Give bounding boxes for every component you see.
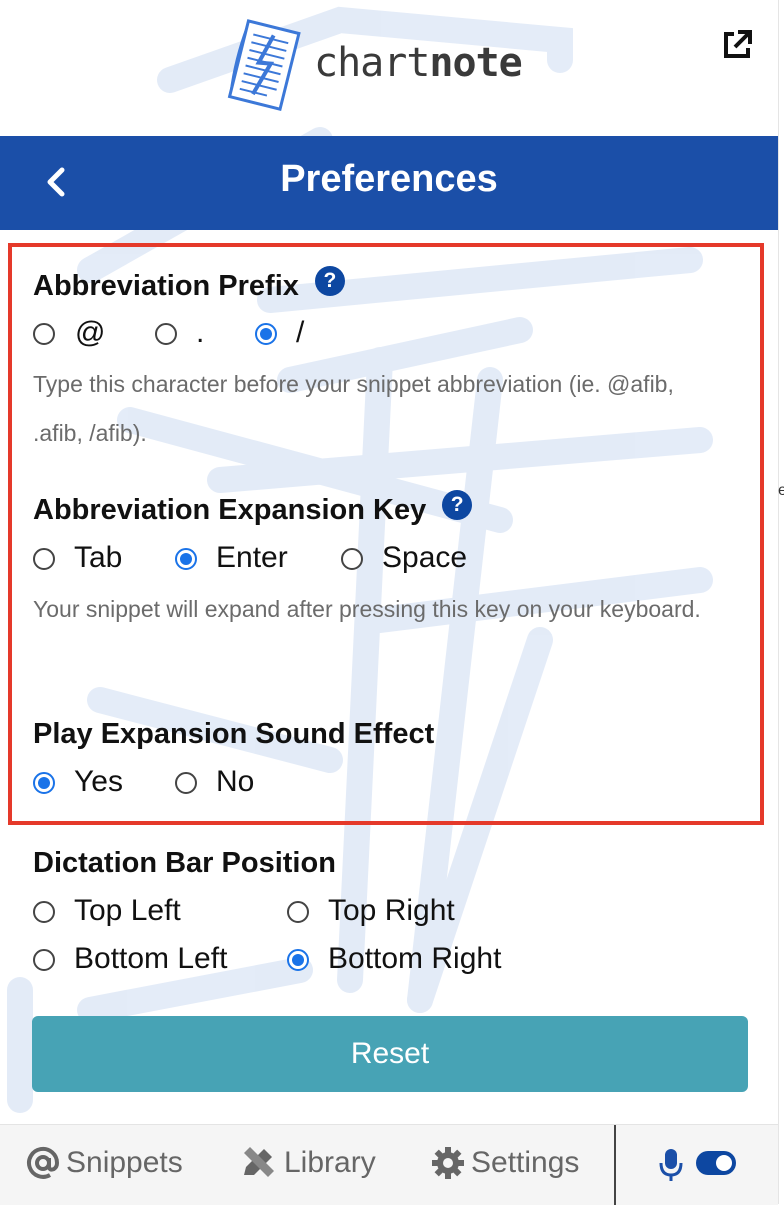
prefix-title: Abbreviation Prefix xyxy=(33,269,299,302)
key-radio-enter[interactable] xyxy=(175,548,197,570)
expansion-key-section: Abbreviation Expansion Key? xyxy=(33,490,473,528)
sound-radio-no[interactable] xyxy=(175,772,197,794)
key-radio-tab[interactable] xyxy=(33,548,55,570)
title-bar: Preferences xyxy=(0,136,778,230)
footer-divider xyxy=(614,1125,616,1205)
dictation-option-bottom-left: Bottom Left xyxy=(74,942,228,975)
key-option-tab: Tab xyxy=(74,541,123,574)
dictation-section: Dictation Bar Position xyxy=(33,845,336,881)
dictation-toggle[interactable] xyxy=(696,1151,736,1175)
tab-snippets-label: Snippets xyxy=(66,1146,183,1179)
tab-settings-label: Settings xyxy=(471,1146,580,1179)
reset-button[interactable]: Reset xyxy=(32,1016,748,1092)
prefix-radio-at[interactable] xyxy=(33,323,55,345)
window-edge xyxy=(778,0,784,1204)
popout-icon[interactable] xyxy=(720,28,754,62)
chartnote-wordmark: chartnote xyxy=(314,40,523,86)
prefix-description: Type this character before your snippet … xyxy=(33,371,674,446)
microphone-icon[interactable] xyxy=(658,1147,684,1183)
expansion-key-help-icon[interactable]: ? xyxy=(442,490,473,520)
app-header: chartnote xyxy=(0,0,778,136)
tab-library[interactable]: Library xyxy=(240,1143,376,1183)
expansion-key-title: Abbreviation Expansion Key xyxy=(33,493,427,526)
prefix-radio-slash[interactable] xyxy=(255,323,277,345)
stray-character: e xyxy=(778,482,784,499)
sound-title: Play Expansion Sound Effect xyxy=(33,717,435,750)
prefix-option-slash: / xyxy=(296,316,305,349)
dictation-radio-top-left[interactable] xyxy=(33,901,55,923)
sound-option-no: No xyxy=(216,765,255,798)
gear-icon xyxy=(431,1146,465,1180)
key-option-enter: Enter xyxy=(216,541,288,574)
dictation-option-bottom-right: Bottom Right xyxy=(328,942,502,975)
prefix-help-icon[interactable]: ? xyxy=(314,266,345,296)
pencil-ruler-icon xyxy=(240,1145,278,1181)
tab-library-label: Library xyxy=(284,1146,376,1179)
sound-radio-yes[interactable] xyxy=(33,772,55,794)
dictation-radio-top-right[interactable] xyxy=(287,901,309,923)
bottom-nav: Snippets Library Settings xyxy=(0,1124,778,1205)
at-sign-icon xyxy=(26,1146,60,1180)
tab-snippets[interactable]: Snippets xyxy=(26,1143,183,1183)
prefix-radio-dot[interactable] xyxy=(155,323,177,345)
dictation-radio-bottom-right[interactable] xyxy=(287,949,309,971)
prefix-option-at: @ xyxy=(75,316,106,349)
key-radio-space[interactable] xyxy=(341,548,363,570)
sound-section: Play Expansion Sound Effect xyxy=(33,716,434,752)
sound-option-yes: Yes xyxy=(74,765,123,798)
prefix-option-dot: . xyxy=(196,316,205,349)
prefix-section: Abbreviation Prefix? xyxy=(33,266,345,304)
key-option-space: Space xyxy=(382,541,468,574)
page-title: Preferences xyxy=(280,158,498,200)
dictation-title: Dictation Bar Position xyxy=(33,846,336,879)
chartnote-logo-icon xyxy=(227,19,301,111)
tab-settings[interactable]: Settings xyxy=(431,1143,579,1183)
expansion-key-description: Your snippet will expand after pressing … xyxy=(33,596,701,622)
dictation-radio-bottom-left[interactable] xyxy=(33,949,55,971)
dictation-option-top-left: Top Left xyxy=(74,894,181,927)
dictation-option-top-right: Top Right xyxy=(328,894,455,927)
